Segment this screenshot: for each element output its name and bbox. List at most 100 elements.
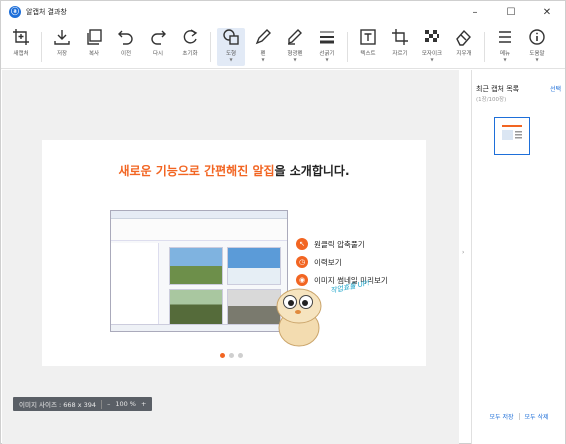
chevron-right-icon: › [462, 249, 465, 256]
carousel-dot[interactable] [229, 353, 234, 358]
help-button[interactable]: 도움말 ▼ [523, 28, 551, 66]
eraser-label: 지우개 [456, 51, 472, 57]
banner-headline: 새로운 기능으로 간편해진 알집을 소개합니다. [42, 162, 426, 179]
embedded-thumbnail [169, 289, 223, 327]
shape-button[interactable]: 도형 ▼ [217, 28, 245, 66]
undo-button[interactable]: 이전 [112, 28, 140, 66]
save-icon [54, 30, 70, 45]
feature-label: 이력보기 [314, 257, 342, 267]
zoom-in-button[interactable]: + [141, 400, 146, 408]
app-icon: ⓐ [9, 6, 21, 18]
redo-button[interactable]: 다시 [144, 28, 172, 66]
shape-label: 도형 [225, 51, 237, 57]
save-label: 저장 [56, 51, 68, 57]
reset-label: 초기화 [182, 51, 198, 57]
zoom-level: 100 % [115, 400, 136, 408]
reset-icon [183, 29, 198, 44]
toolbar-divider [210, 32, 211, 62]
chevron-down-icon: ▼ [229, 57, 233, 62]
window-title: 알캡처 결과창 [26, 8, 67, 16]
panel-actions: 모두 저장 모두 삭제 [472, 412, 566, 421]
embedded-thumbnail [227, 247, 281, 285]
image-size-text: 이미지 사이즈 : 668 x 394 [19, 401, 97, 409]
copy-icon [87, 29, 102, 45]
menu-button[interactable]: 메뉴 ▼ [491, 28, 519, 66]
carousel-dot[interactable] [220, 353, 225, 358]
zoom-out-button[interactable]: – [107, 400, 110, 408]
redo-label: 다시 [152, 51, 164, 57]
crop-icon [392, 29, 408, 45]
highlighter-icon [288, 29, 302, 45]
thumbnail-preview [497, 120, 527, 152]
save-all-link[interactable]: 모두 저장 [490, 412, 514, 421]
chevron-down-icon: ▼ [325, 57, 329, 62]
recent-captures-title: 최근 캡처 목록 [476, 85, 520, 93]
close-button[interactable]: ✕ [529, 1, 565, 23]
chevron-down-icon: ▼ [293, 57, 297, 62]
toolbar: 새캡처 저장 복사 이전 다시 초기화 도형 ▼ 펜 ▼ 형광펜 ▼ 선굵기 ▼… [1, 23, 565, 69]
crop-label: 자르기 [392, 51, 408, 57]
image-viewport[interactable]: 새로운 기능으로 간편해진 알집을 소개합니다. ↖ 원클릭 압축풀기 ◷ 이력… [2, 70, 459, 444]
image-status-bar: 이미지 사이즈 : 668 x 394 – 100 % + [13, 397, 153, 411]
text-icon [360, 29, 376, 45]
headline-rest: 을 소개합니다. [274, 164, 350, 178]
crop-button[interactable]: 자르기 [386, 28, 414, 66]
embedded-ribbon [111, 219, 287, 241]
mosaic-button[interactable]: 모자이크 ▼ [418, 28, 446, 66]
line-width-label: 선굵기 [319, 51, 335, 57]
capture-count: (1장/100장) [476, 97, 507, 103]
recent-captures-panel: 최근 캡처 목록 (1장/100장) 선택 모두 저장 모두 삭제 [471, 70, 565, 444]
eraser-icon [456, 29, 471, 46]
select-link[interactable]: 선택 [550, 84, 561, 93]
carousel-dot[interactable] [238, 353, 243, 358]
mascot-illustration [276, 288, 322, 347]
save-button[interactable]: 저장 [48, 28, 76, 66]
feature-label: 원클릭 압축풀기 [314, 239, 365, 249]
chevron-down-icon: ▼ [535, 57, 539, 62]
result-window: ⓐ 알캡처 결과창 – ☐ ✕ 새캡처 저장 복사 이전 다시 초기화 도형 ▼… [0, 0, 566, 444]
embedded-thumbnail [169, 247, 223, 285]
redo-icon [151, 30, 166, 45]
line-width-button[interactable]: 선굵기 ▼ [313, 28, 341, 66]
cursor-icon: ↖ [296, 238, 308, 250]
highlighter-button[interactable]: 형광펜 ▼ [281, 28, 309, 66]
toolbar-divider [484, 32, 485, 62]
carousel-indicator [220, 353, 243, 358]
mosaic-icon [425, 30, 439, 42]
copy-button[interactable]: 복사 [80, 28, 108, 66]
status-divider [101, 399, 103, 409]
delete-all-link[interactable]: 모두 삭제 [525, 412, 549, 421]
embedded-statusbar [111, 324, 287, 331]
maximize-button[interactable]: ☐ [493, 1, 529, 23]
action-divider [518, 413, 520, 420]
embedded-sidebar [111, 243, 159, 327]
headline-highlight: 새로운 기능으로 간편해진 알집 [118, 164, 275, 178]
new-capture-icon [13, 29, 29, 45]
minimize-button[interactable]: – [457, 1, 493, 23]
line-width-icon [320, 31, 334, 44]
new-capture-button[interactable]: 새캡처 [7, 28, 35, 66]
embedded-app-screenshot [110, 210, 288, 332]
text-button[interactable]: 텍스트 [354, 28, 382, 66]
capture-thumbnail[interactable] [494, 117, 530, 155]
help-icon [529, 29, 545, 45]
reset-button[interactable]: 초기화 [176, 28, 204, 66]
undo-label: 이전 [120, 51, 132, 57]
mosaic-label: 모자이크 [421, 51, 443, 57]
undo-icon [118, 30, 133, 45]
feature-item: ↖ 원클릭 압축풀기 [296, 238, 365, 250]
pen-label: 펜 [260, 51, 266, 57]
pen-button[interactable]: 펜 ▼ [249, 28, 277, 66]
captured-image[interactable]: 새로운 기능으로 간편해진 알집을 소개합니다. ↖ 원클릭 압축풀기 ◷ 이력… [42, 140, 426, 366]
title-bar: ⓐ 알캡처 결과창 – ☐ ✕ [1, 1, 565, 23]
toolbar-divider [41, 32, 42, 62]
text-label: 텍스트 [360, 51, 376, 57]
embedded-titlebar [111, 211, 287, 219]
shape-icon [223, 29, 239, 45]
chevron-down-icon: ▼ [430, 57, 434, 62]
menu-label: 메뉴 [499, 51, 511, 57]
highlighter-label: 형광펜 [287, 51, 303, 57]
eraser-button[interactable]: 지우개 [450, 28, 478, 66]
chevron-down-icon: ▼ [503, 57, 507, 62]
pen-icon [255, 29, 271, 45]
